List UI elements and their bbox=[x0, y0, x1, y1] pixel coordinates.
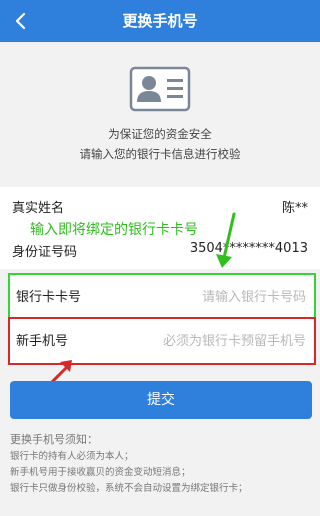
real-name-row: 真实姓名 陈** bbox=[12, 197, 308, 219]
notice-line-2: 请输入您的银行卡信息进行校验 bbox=[79, 147, 241, 161]
bank-card-field[interactable]: 银行卡卡号 请输入银行卡号码 bbox=[8, 273, 316, 321]
tips-title: 更换手机号须知： bbox=[10, 433, 98, 446]
page-title: 更换手机号 bbox=[122, 12, 198, 30]
new-phone-field[interactable]: 新手机号 必须为银行卡预留手机号 bbox=[8, 317, 316, 365]
tip-item: 银行卡的持有人必须为本人； bbox=[10, 451, 134, 462]
real-name-label: 真实姓名 bbox=[12, 201, 65, 216]
tips-list: 银行卡的持有人必须为本人； 新手机号用于接收赢贝的资金变动短消息； 银行卡只做身… bbox=[10, 449, 248, 497]
tip-item: 新手机号用于接收赢贝的资金变动短消息； bbox=[10, 467, 191, 478]
real-name-value: 陈** bbox=[281, 201, 308, 216]
id-number-value: 3504********4013 bbox=[189, 241, 308, 256]
bank-card-input[interactable]: 请输入银行卡号码 bbox=[202, 275, 306, 321]
new-phone-input[interactable]: 必须为银行卡预留手机号 bbox=[163, 319, 306, 365]
new-phone-label: 新手机号 bbox=[16, 334, 69, 349]
security-notice: 为保证您的资金安全 请输入您的银行卡信息进行校验 bbox=[0, 124, 320, 164]
bank-card-label: 银行卡卡号 bbox=[16, 290, 82, 305]
header-bar: 更换手机号 bbox=[0, 0, 320, 42]
id-card-icon bbox=[129, 66, 191, 112]
submit-button[interactable]: 提交 bbox=[10, 381, 312, 419]
id-number-label: 身份证号码 bbox=[12, 245, 78, 260]
notice-line-1: 为保证您的资金安全 bbox=[108, 127, 212, 141]
id-number-row: 身份证号码 3504********4013 bbox=[12, 241, 308, 263]
tip-item: 银行卡只做身份校验，系统不会自动设置为绑定银行卡； bbox=[10, 483, 248, 494]
annotation-text: 输入即将绑定的银行卡卡号 bbox=[30, 222, 198, 238]
